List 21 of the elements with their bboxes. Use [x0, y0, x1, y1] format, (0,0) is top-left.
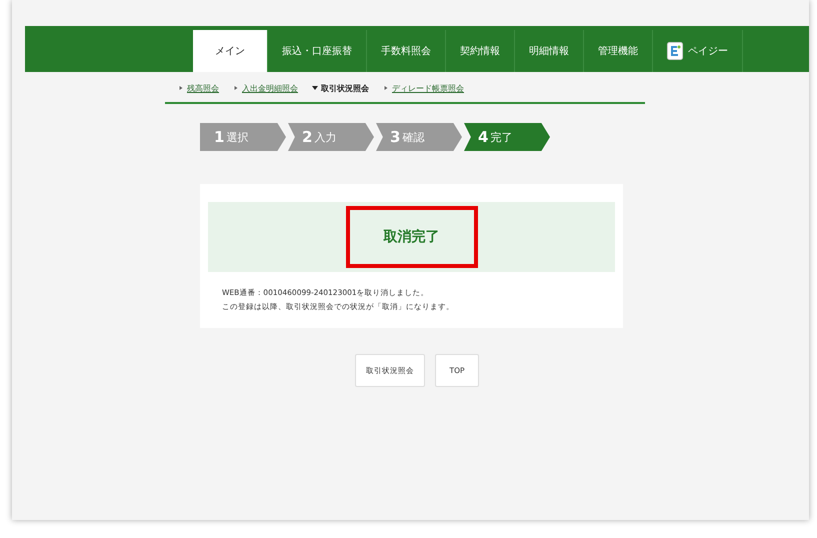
right-triangle-icon — [383, 85, 389, 91]
result-title: 取消完了 — [346, 206, 478, 268]
nav-tab[interactable]: ペイジー — [653, 30, 743, 72]
progress-step: 2 入力 — [288, 123, 374, 151]
progress-step: 1 選択 — [200, 123, 286, 151]
subnav-link[interactable]: ディレード帳票照会 — [383, 82, 464, 94]
nav-tab[interactable]: 手数料照会 — [367, 30, 446, 72]
nav-tab[interactable]: 振込・口座振替 — [268, 30, 367, 72]
progress-step: 4 完了 — [464, 123, 550, 151]
nav-tab[interactable]: 明細情報 — [515, 30, 584, 72]
subnav-link[interactable]: 残高照会 — [178, 82, 219, 94]
pay-logo-icon — [667, 42, 683, 60]
subnav-link[interactable]: 取引状況照会 — [312, 82, 369, 94]
nav-tab[interactable]: メイン — [193, 30, 268, 72]
down-triangle-icon — [312, 85, 318, 91]
right-triangle-icon — [233, 85, 239, 91]
subnav-link[interactable]: 入出金明細照会 — [233, 82, 298, 94]
nav-tab[interactable]: 契約情報 — [446, 30, 515, 72]
right-triangle-icon — [178, 85, 184, 91]
progress-step: 3 確認 — [376, 123, 462, 151]
nav-tab[interactable]: 管理機能 — [584, 30, 653, 72]
